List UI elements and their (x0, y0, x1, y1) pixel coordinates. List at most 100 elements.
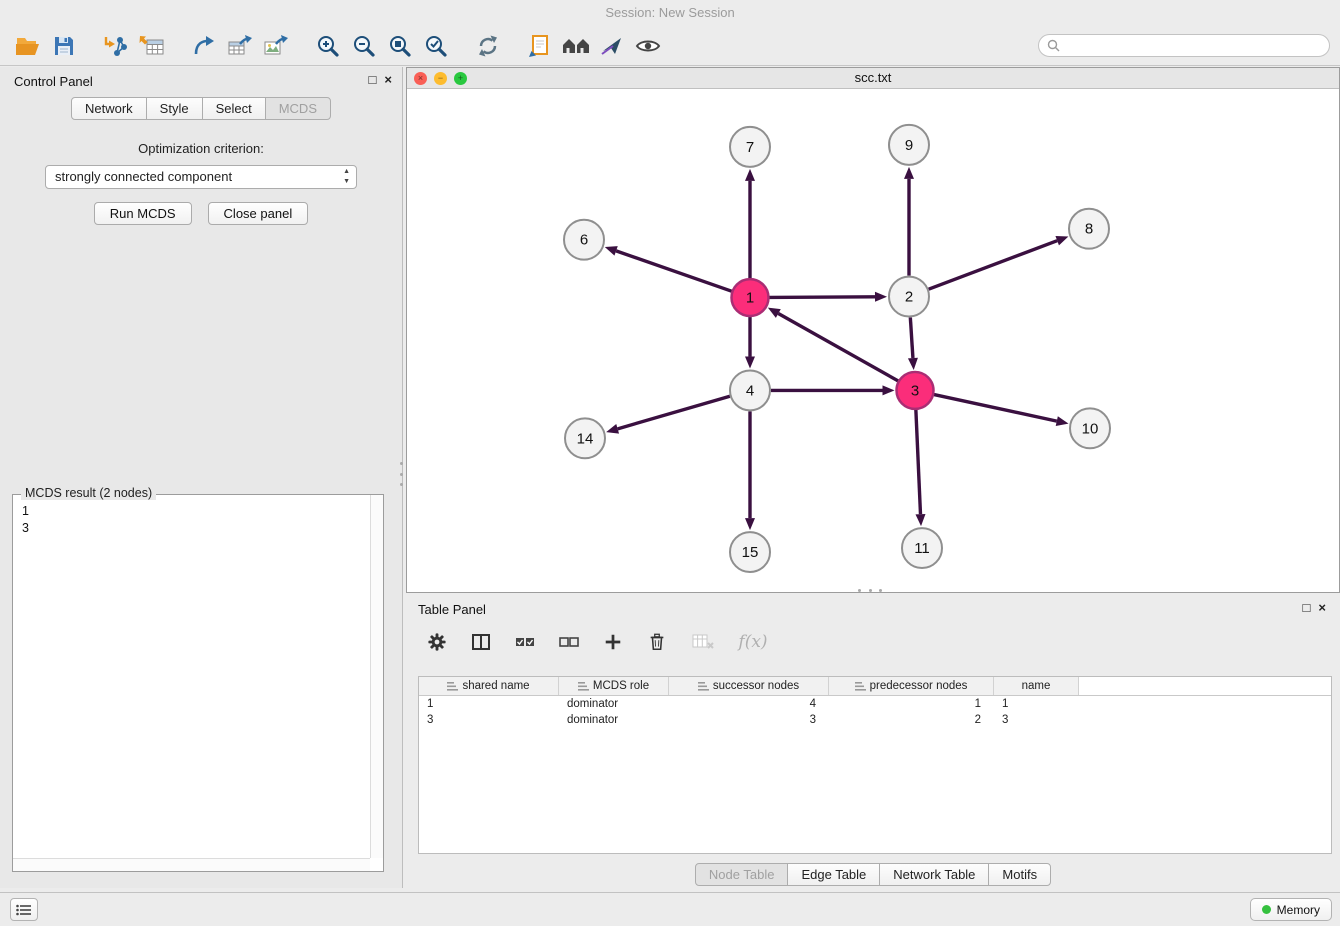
graph-edge-2-3[interactable] (910, 318, 913, 359)
graph-node-14[interactable]: 14 (565, 418, 605, 458)
graph-edge-1-2[interactable] (769, 297, 875, 298)
graph-edge-3-10[interactable] (934, 395, 1057, 422)
result-horizontal-scrollbar[interactable] (13, 858, 370, 871)
result-vertical-scrollbar[interactable] (370, 495, 383, 858)
graph-edge-1-6[interactable] (616, 251, 731, 291)
close-panel-icon[interactable]: × (384, 73, 392, 87)
maximize-window-icon[interactable]: + (454, 72, 467, 85)
zoom-fit-button[interactable] (382, 30, 418, 62)
control-panel-title: Control Panel (14, 74, 93, 89)
graph-node-3[interactable]: 3 (897, 372, 934, 409)
function-builder-button[interactable]: f(x) (736, 626, 770, 658)
graph-node-11[interactable]: 11 (902, 528, 942, 568)
graph-edge-4-14[interactable] (618, 396, 730, 429)
delete-table-button[interactable] (688, 626, 718, 658)
import-table-button[interactable] (134, 30, 170, 62)
float-panel-icon[interactable]: □ (1303, 601, 1311, 615)
new-network-button[interactable] (186, 30, 222, 62)
minimize-window-icon[interactable]: − (434, 72, 447, 85)
column-header-name[interactable]: name (994, 677, 1079, 695)
float-panel-icon[interactable]: □ (369, 73, 377, 87)
cell-mcds-role[interactable]: dominator (559, 698, 669, 710)
zoom-selected-button[interactable] (418, 30, 454, 62)
vertical-splitter-handle[interactable] (400, 462, 405, 486)
refresh-view-button[interactable] (470, 30, 506, 62)
cell-predecessor-nodes[interactable]: 2 (829, 714, 994, 726)
graph-node-6[interactable]: 6 (564, 220, 604, 260)
horizontal-splitter-handle[interactable] (858, 589, 882, 594)
svg-text:14: 14 (577, 430, 594, 447)
tab-edge-table[interactable]: Edge Table (787, 863, 880, 886)
import-network-button[interactable] (98, 30, 134, 62)
cell-successor-nodes[interactable]: 4 (669, 698, 829, 710)
apply-style-button[interactable] (594, 30, 630, 62)
cell-name[interactable]: 3 (994, 714, 1079, 726)
graph-node-10[interactable]: 10 (1070, 408, 1110, 448)
graph-edge-3-11[interactable] (916, 410, 921, 514)
optimization-select[interactable]: strongly connected component ▲▼ (45, 165, 357, 189)
search-input[interactable] (1065, 39, 1321, 53)
clone-network-button[interactable] (522, 30, 558, 62)
network-overview-button[interactable] (558, 30, 594, 62)
node-table: shared name MCDS role successor nodes pr… (418, 676, 1332, 854)
cell-mcds-role[interactable]: dominator (559, 714, 669, 726)
run-mcds-button[interactable]: Run MCDS (94, 202, 192, 225)
graph-edge-3-1[interactable] (778, 314, 898, 381)
graph-node-9[interactable]: 9 (889, 125, 929, 165)
deselect-all-button[interactable] (556, 626, 582, 658)
mcds-result-title: MCDS result (2 nodes) (21, 486, 156, 500)
column-header-predecessor-nodes[interactable]: predecessor nodes (829, 677, 994, 695)
search-field[interactable] (1038, 34, 1330, 57)
column-header-successor-nodes[interactable]: successor nodes (669, 677, 829, 695)
delete-column-button[interactable] (644, 626, 670, 658)
graph-node-2[interactable]: 2 (889, 277, 929, 317)
add-column-button[interactable] (600, 626, 626, 658)
show-hide-button[interactable] (630, 30, 666, 62)
memory-button[interactable]: Memory (1250, 898, 1332, 921)
export-image-button[interactable] (258, 30, 294, 62)
tab-mcds[interactable]: MCDS (265, 97, 331, 120)
zoom-out-button[interactable] (346, 30, 382, 62)
graph-node-8[interactable]: 8 (1069, 209, 1109, 249)
graph-edge-arrowhead (605, 246, 618, 255)
graph-edge-arrowhead (745, 518, 755, 530)
tab-node-table[interactable]: Node Table (695, 863, 789, 886)
tab-select[interactable]: Select (202, 97, 266, 120)
graph-node-15[interactable]: 15 (730, 532, 770, 572)
close-panel-button[interactable]: Close panel (208, 202, 309, 225)
show-panels-button[interactable] (10, 898, 38, 921)
select-all-button[interactable] (512, 626, 538, 658)
table-row[interactable]: 1 dominator 4 1 1 (419, 696, 1331, 712)
graph-node-1[interactable]: 1 (732, 279, 769, 316)
trash-icon (647, 631, 667, 653)
cell-shared-name[interactable]: 1 (419, 698, 559, 710)
tab-network[interactable]: Network (71, 97, 147, 120)
open-session-button[interactable] (10, 30, 46, 62)
close-window-icon[interactable]: × (414, 72, 427, 85)
sort-icon (578, 681, 589, 692)
table-settings-button[interactable] (424, 626, 450, 658)
graph-node-4[interactable]: 4 (730, 370, 770, 410)
network-canvas[interactable]: 7 9 6 8 1 2 4 3 14 10 15 11 (407, 89, 1339, 592)
cell-shared-name[interactable]: 3 (419, 714, 559, 726)
close-panel-icon[interactable]: × (1318, 601, 1326, 615)
save-session-button[interactable] (46, 30, 82, 62)
zoom-in-button[interactable] (310, 30, 346, 62)
table-row[interactable]: 3 dominator 3 2 3 (419, 712, 1331, 728)
cell-successor-nodes[interactable]: 3 (669, 714, 829, 726)
column-header-mcds-role[interactable]: MCDS role (559, 677, 669, 695)
graph-edge-2-8[interactable] (929, 241, 1058, 289)
tab-network-table[interactable]: Network Table (879, 863, 989, 886)
graph-node-7[interactable]: 7 (730, 127, 770, 167)
tab-style[interactable]: Style (146, 97, 203, 120)
zoom-in-icon (316, 34, 340, 58)
column-header-shared-name[interactable]: shared name (419, 677, 559, 695)
status-bar: Memory (0, 892, 1340, 926)
show-columns-button[interactable] (468, 626, 494, 658)
cell-name[interactable]: 1 (994, 698, 1079, 710)
sort-icon (855, 681, 866, 692)
export-table-button[interactable] (222, 30, 258, 62)
window-title: Session: New Session (0, 0, 1340, 26)
cell-predecessor-nodes[interactable]: 1 (829, 698, 994, 710)
tab-motifs[interactable]: Motifs (988, 863, 1051, 886)
